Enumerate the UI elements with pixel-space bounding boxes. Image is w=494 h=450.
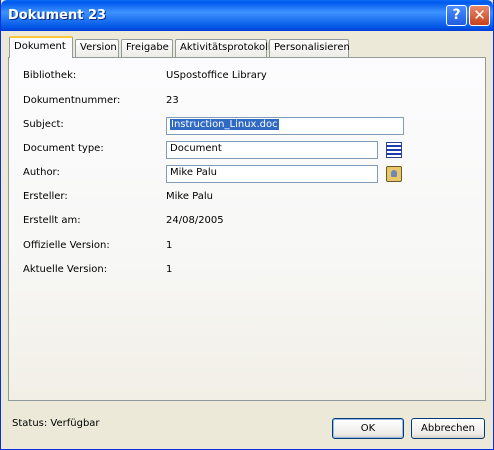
cancel-button[interactable]: Abbrechen — [411, 418, 485, 439]
author-input[interactable]: Mike Palu — [166, 165, 378, 183]
subject-label: Subject: — [23, 119, 64, 130]
offizielle-version-label: Offizielle Version: — [23, 240, 110, 251]
document-type-label: Document type: — [23, 143, 104, 154]
dokumentnummer-value: 23 — [166, 95, 179, 106]
offizielle-version-value: 1 — [166, 240, 173, 251]
document-type-input[interactable]: Document — [166, 141, 378, 159]
ok-button[interactable]: OK — [332, 418, 404, 439]
erstellt-am-value: 24/08/2005 — [166, 215, 224, 226]
close-button[interactable]: ✕ — [469, 5, 490, 26]
bibliothek-label: Bibliothek: — [23, 70, 77, 81]
ersteller-label: Ersteller: — [23, 191, 68, 202]
close-icon: ✕ — [473, 6, 486, 24]
tab-aktivitaetsprotokoll[interactable]: Aktivitätsprotokoll — [175, 39, 271, 57]
author-label: Author: — [23, 167, 60, 178]
status-text: Status: Verfügbar — [12, 418, 100, 429]
dokumentnummer-label: Dokumentnummer: — [23, 95, 121, 106]
help-button[interactable]: ? — [446, 5, 467, 26]
aktuelle-version-value: 1 — [166, 264, 173, 275]
list-icon[interactable] — [386, 142, 402, 158]
erstellt-am-label: Erstellt am: — [23, 215, 81, 226]
aktuelle-version-label: Aktuelle Version: — [23, 264, 108, 275]
subject-input[interactable]: Instruction_Linux.doc — [166, 117, 404, 135]
bibliothek-value: USpostoffice Library — [166, 70, 267, 81]
tab-panel-dokument: Bibliothek: USpostoffice Library Dokumen… — [8, 57, 486, 401]
tab-freigabe[interactable]: Freigabe — [121, 39, 173, 57]
dialog-window: Dokument 23 ? ✕ Dokument Version Freigab… — [0, 0, 494, 450]
tab-version[interactable]: Version — [75, 39, 119, 57]
help-icon: ? — [452, 7, 461, 23]
window-title: Dokument 23 — [8, 8, 107, 23]
tab-dokument[interactable]: Dokument — [9, 36, 73, 58]
ersteller-value: Mike Palu — [166, 191, 213, 202]
title-bar[interactable]: Dokument 23 ? ✕ — [1, 0, 493, 31]
subject-selected-text: Instruction_Linux.doc — [170, 119, 279, 130]
tab-personalisieren[interactable]: Personalisieren — [269, 39, 350, 57]
person-icon[interactable] — [386, 166, 402, 182]
